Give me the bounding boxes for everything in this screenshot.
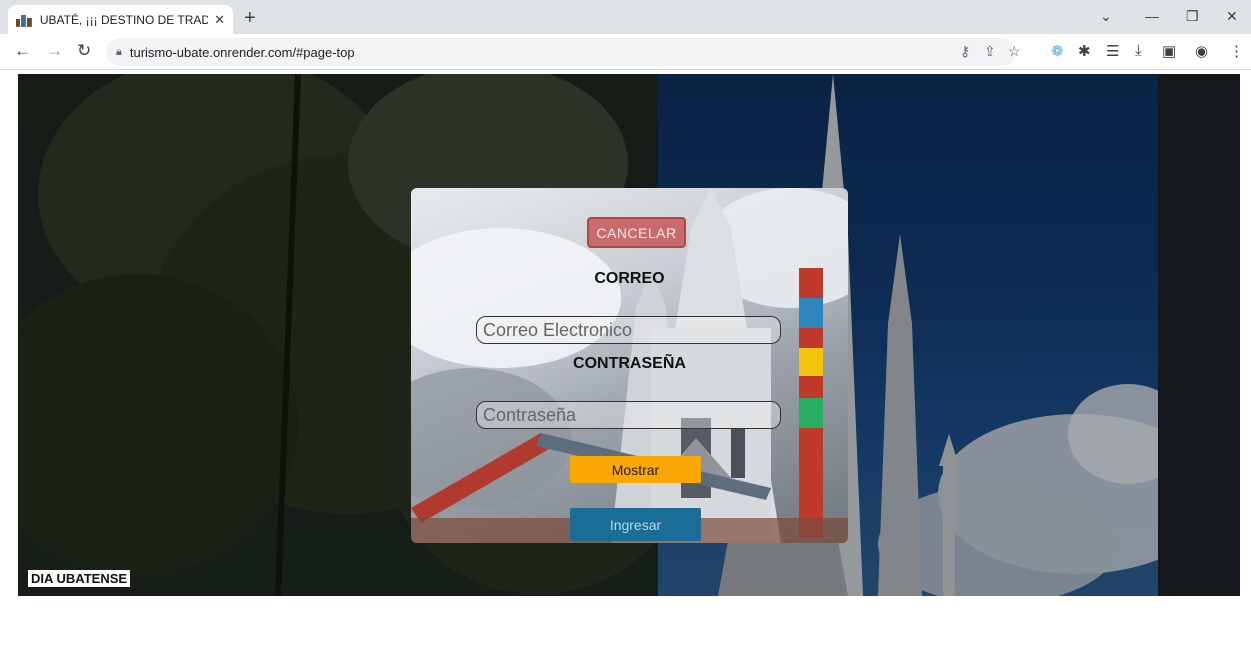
lock-icon[interactable]: 🔒︎ [116, 46, 122, 59]
profile-icon[interactable]: ◉ [1195, 42, 1208, 60]
reload-icon[interactable]: ↻ [77, 41, 91, 61]
login-submit-button[interactable]: Ingresar [570, 508, 701, 541]
sidepanel-icon[interactable]: ▣ [1162, 42, 1176, 60]
tab-search-icon[interactable]: ⌄ [1100, 8, 1112, 25]
browser-toolbar: ← → ↻ 🔒︎ turismo-ubate.onrender.com/#pag… [0, 34, 1251, 70]
share-icon[interactable]: ⇪ [984, 43, 996, 60]
reading-list-icon[interactable]: ☰ [1106, 42, 1119, 60]
download-icon[interactable]: ⤓ [1135, 42, 1142, 59]
url-text[interactable]: turismo-ubate.onrender.com/#page-top [130, 45, 355, 60]
minimize-icon[interactable]: — [1145, 8, 1159, 24]
key-icon[interactable]: ⚷ [960, 43, 970, 60]
password-field[interactable] [476, 401, 781, 429]
tab-strip: UBATÉ, ¡¡¡ DESTINO DE TRADICIO ✕ + ⌄ — ❐… [0, 0, 1251, 34]
close-window-icon[interactable]: ✕ [1226, 8, 1238, 25]
cancel-button[interactable]: CANCELAR [587, 217, 686, 248]
show-password-button[interactable]: Mostrar [570, 456, 701, 483]
site-favicon-icon [16, 14, 32, 27]
restore-icon[interactable]: ❐ [1186, 8, 1199, 25]
active-tab[interactable]: UBATÉ, ¡¡¡ DESTINO DE TRADICIO ✕ [8, 5, 233, 34]
hero-caption: DIA UBATENSE [28, 570, 131, 587]
login-modal: CANCELAR CORREO CONTRASEÑA Mostrar Ingre… [411, 188, 848, 543]
back-icon[interactable]: ← [14, 41, 31, 61]
menu-icon[interactable]: ⋮ [1229, 42, 1244, 60]
forward-icon[interactable]: → [46, 41, 63, 61]
email-field[interactable] [476, 316, 781, 344]
address-bar[interactable]: 🔒︎ turismo-ubate.onrender.com/#page-top [106, 38, 1016, 66]
new-tab-button[interactable]: + [244, 7, 256, 30]
tab-close-icon[interactable]: ✕ [214, 12, 225, 28]
tab-title: UBATÉ, ¡¡¡ DESTINO DE TRADICIO [39, 12, 209, 27]
email-label: CORREO [594, 270, 665, 287]
star-icon[interactable]: ☆ [1008, 43, 1021, 60]
puzzle-icon[interactable]: ✱ [1078, 42, 1091, 60]
extension-icon[interactable]: ❁ [1051, 42, 1064, 60]
password-label: CONTRASEÑA [573, 355, 686, 372]
